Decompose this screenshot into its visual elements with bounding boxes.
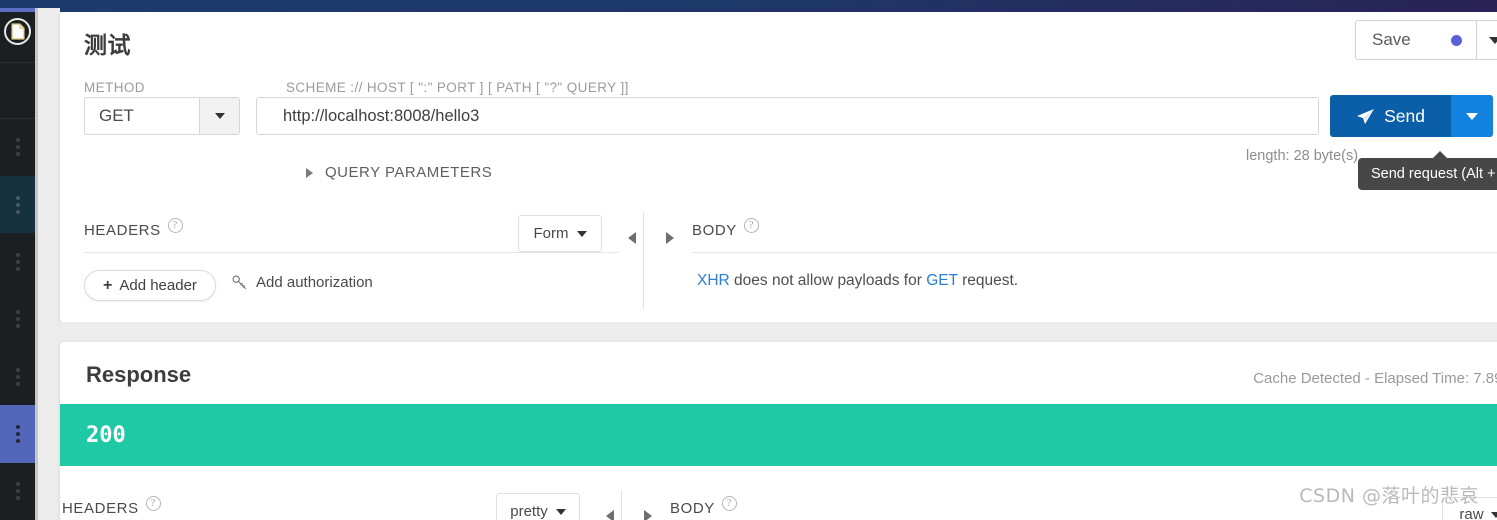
- workspace: 测试 Save METHOD SCHEME :// HOST [ ":" POR…: [38, 12, 1497, 520]
- paper-plane-icon: [1357, 108, 1375, 124]
- query-parameters-label: QUERY PARAMETERS: [325, 164, 493, 181]
- request-body-label: BODY: [692, 222, 737, 239]
- triangle-right-icon: [644, 510, 652, 520]
- status-code: 200: [86, 422, 126, 448]
- get-link[interactable]: GET: [926, 272, 958, 289]
- response-body-heading: BODY ?: [670, 496, 737, 517]
- document-icon: [4, 17, 31, 45]
- request-headers-format-select[interactable]: Form: [518, 215, 602, 252]
- request-pane-prev-button[interactable]: [622, 228, 642, 248]
- left-rail: [0, 0, 38, 520]
- question-circle-icon[interactable]: ?: [721, 496, 737, 511]
- save-button-label: Save: [1372, 30, 1411, 49]
- request-card: 测试 Save METHOD SCHEME :// HOST [ ":" POR…: [60, 12, 1497, 322]
- rail-spacer: [0, 63, 35, 119]
- response-card: Response Cache Detected - Elapsed Time: …: [60, 342, 1497, 520]
- response-body-label: BODY: [670, 500, 715, 517]
- request-body-rule: [692, 252, 1497, 253]
- request-pane-divider: [643, 212, 644, 309]
- rail-accent-bar: [0, 8, 38, 12]
- triangle-left-icon: [606, 510, 614, 520]
- plus-icon: +: [103, 276, 113, 294]
- save-button[interactable]: Save: [1355, 20, 1497, 60]
- save-dropdown-toggle[interactable]: [1476, 21, 1497, 59]
- drag-dots-icon: [15, 482, 20, 501]
- url-format-label: SCHEME :// HOST [ ":" PORT ] [ PATH [ "?…: [286, 80, 629, 95]
- response-meta: Cache Detected - Elapsed Time: 7.89s: [1253, 370, 1497, 387]
- chevron-right-icon: [306, 167, 313, 178]
- url-input[interactable]: http://localhost:8008/hello3: [256, 97, 1319, 135]
- send-button-main[interactable]: Send: [1330, 95, 1451, 137]
- xhr-message-mid: does not allow payloads for: [729, 272, 927, 289]
- drag-dots-icon: [15, 252, 20, 271]
- chevron-down-icon: [214, 113, 225, 119]
- response-pane-divider: [621, 490, 622, 520]
- response-title: Response: [86, 362, 192, 387]
- method-label: METHOD: [84, 80, 145, 95]
- response-body-format-value: raw: [1459, 506, 1484, 520]
- xhr-message-suffix: request.: [957, 272, 1019, 289]
- request-headers-rule: [84, 252, 619, 253]
- response-headers-label: HEADERS: [62, 500, 139, 517]
- drag-dots-icon: [15, 138, 20, 157]
- rail-item-1[interactable]: [0, 119, 35, 176]
- add-header-label: Add header: [119, 277, 197, 294]
- chevron-down-icon: [1466, 112, 1478, 120]
- app-root: 测试 Save METHOD SCHEME :// HOST [ ":" POR…: [0, 0, 1497, 520]
- response-headers-format-value: pretty: [510, 503, 548, 520]
- rail-item-3[interactable]: [0, 233, 35, 290]
- question-circle-icon[interactable]: ?: [167, 218, 183, 233]
- chevron-down-icon: [555, 508, 566, 515]
- add-authorization-label: Add authorization: [256, 274, 373, 291]
- window-titlebar: [0, 0, 1497, 8]
- drag-dots-icon: [15, 310, 20, 329]
- question-circle-icon[interactable]: ?: [743, 218, 759, 233]
- watermark: CSDN @落叶的悲哀: [1299, 485, 1479, 507]
- rail-item-6[interactable]: [0, 405, 35, 463]
- url-value: http://localhost:8008/hello3: [283, 106, 480, 125]
- response-pane-next-button[interactable]: [638, 506, 658, 520]
- drag-dots-icon: [15, 424, 20, 443]
- request-headers-format-value: Form: [533, 225, 569, 242]
- drag-dots-icon: [15, 367, 20, 386]
- query-parameters-toggle[interactable]: QUERY PARAMETERS: [306, 164, 492, 181]
- xhr-link[interactable]: XHR: [697, 272, 730, 289]
- question-circle-icon[interactable]: ?: [145, 496, 161, 511]
- chevron-down-icon: [576, 230, 587, 237]
- rail-item-7[interactable]: [0, 463, 35, 520]
- body-xhr-message: XHR does not allow payloads for GET requ…: [697, 272, 1018, 290]
- response-status-bar: 200: [60, 404, 1497, 466]
- chevron-down-icon: [1488, 36, 1497, 44]
- rail-item-4[interactable]: [0, 291, 35, 348]
- method-select[interactable]: GET: [84, 97, 240, 135]
- add-authorization-button[interactable]: Add authorization: [232, 274, 373, 291]
- drag-dots-icon: [15, 195, 20, 214]
- triangle-right-icon: [666, 232, 674, 244]
- card-gap: [60, 322, 1497, 342]
- method-value: GET: [99, 106, 134, 125]
- response-pane-prev-button[interactable]: [600, 506, 620, 520]
- triangle-left-icon: [628, 232, 636, 244]
- rail-item-2[interactable]: [0, 175, 35, 234]
- request-length-note: length: 28 byte(s): [1246, 148, 1359, 164]
- send-button[interactable]: Send: [1330, 95, 1493, 137]
- send-tooltip: Send request (Alt + Enter): [1358, 151, 1497, 190]
- request-body-heading: BODY ?: [692, 218, 759, 239]
- request-pane-next-button[interactable]: [660, 228, 680, 248]
- response-headers-heading: HEADERS ?: [62, 496, 161, 517]
- request-headers-heading: HEADERS ?: [84, 218, 183, 239]
- rail-item-5[interactable]: [0, 348, 35, 405]
- chevron-down-icon: [1490, 511, 1497, 518]
- response-headers-format-select[interactable]: pretty: [496, 493, 580, 520]
- send-dropdown-toggle[interactable]: [1451, 95, 1493, 137]
- send-button-label: Send: [1384, 105, 1425, 126]
- request-headers-label: HEADERS: [84, 222, 161, 239]
- method-dropdown-toggle[interactable]: [199, 98, 239, 134]
- page-title: 测试: [84, 32, 131, 58]
- key-icon: [232, 275, 247, 290]
- add-header-button[interactable]: + Add header: [84, 270, 216, 301]
- save-status-dot: [1451, 21, 1476, 59]
